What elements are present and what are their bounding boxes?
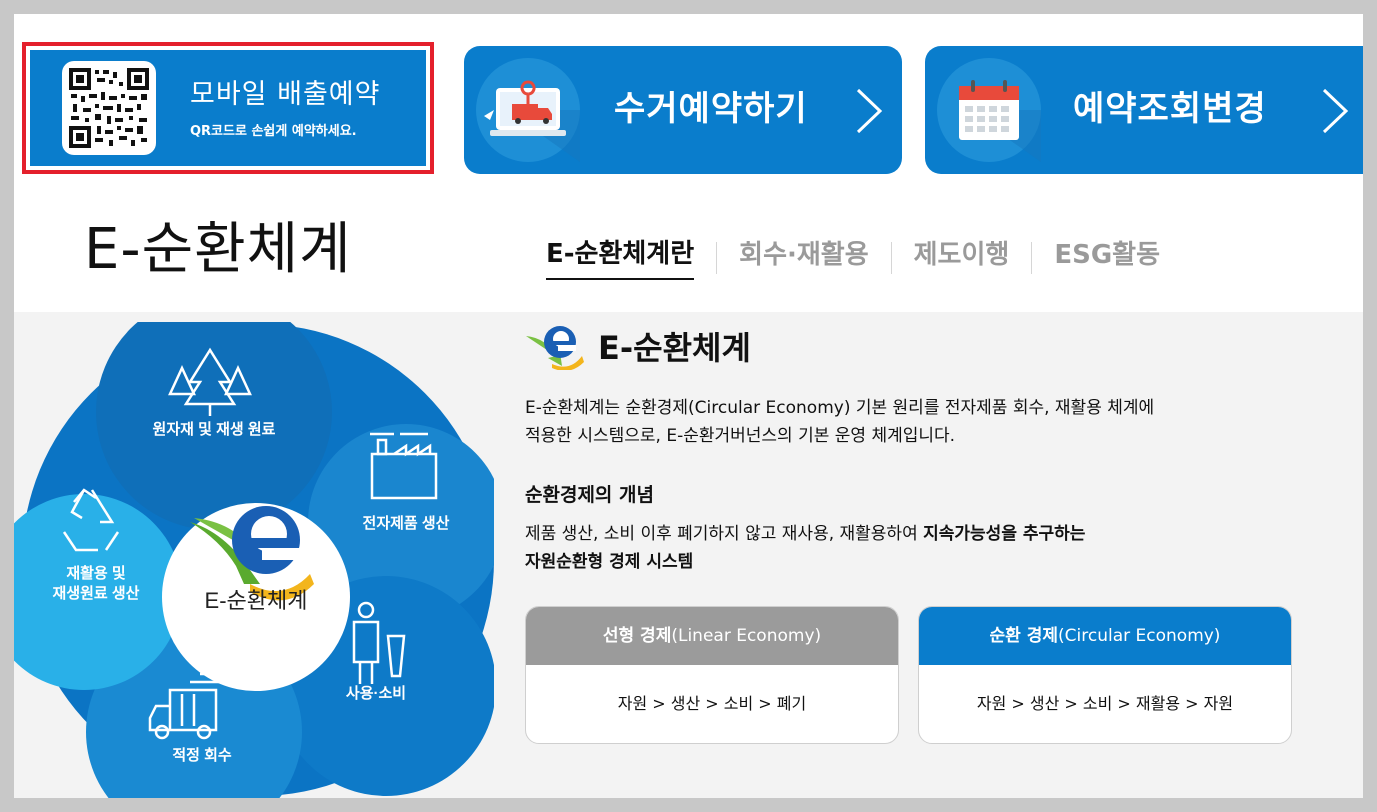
linear-economy-title-en: (Linear Economy)	[671, 626, 822, 646]
segment-collection-label: 적정 회수	[172, 746, 232, 764]
mobile-reservation-subtitle: QR코드로 손쉽게 예약하세요.	[190, 123, 357, 139]
tab-esg-activities[interactable]: ESG활동	[1054, 237, 1160, 279]
mobile-reservation-banner[interactable]: 모바일 배출예약 QR코드로 손쉽게 예약하세요.	[22, 42, 434, 174]
concept-line-2-bold: 자원순환형 경제 시스템	[525, 552, 694, 572]
concept-paragraph: 제품 생산, 소비 이후 폐기하지 않고 재사용, 재활용하여 지속가능성을 추…	[525, 520, 1285, 576]
pickup-reservation-label: 수거예약하기	[614, 89, 808, 129]
mobile-reservation-inner: 모바일 배출예약 QR코드로 손쉽게 예약하세요.	[30, 50, 426, 166]
circular-economy-card: 순환 경제(Circular Economy) 자원 > 생산 > 소비 > 재…	[918, 606, 1292, 744]
segment-use-label: 사용·소비	[346, 685, 406, 702]
tab-e-circulation-about[interactable]: E-순환체계란	[546, 236, 695, 280]
calendar-icon	[937, 58, 1041, 162]
content-title-row: E-순환체계	[524, 322, 751, 370]
tab-system-compliance[interactable]: 제도이행	[914, 237, 1010, 279]
chevron-right-icon	[1320, 88, 1350, 138]
section-tabs: E-순환체계란 회수·재활용 제도이행 ESG활동	[546, 236, 1160, 280]
segment-production-label: 전자제품 생산	[363, 515, 450, 532]
intro-line-1: E-순환체계는 순환경제(Circular Economy) 기본 원리를 전자…	[525, 398, 1155, 418]
tab-divider	[890, 242, 892, 274]
tab-divider	[716, 242, 718, 274]
circular-economy-header: 순환 경제(Circular Economy)	[919, 607, 1291, 665]
mobile-reservation-title: 모바일 배출예약	[190, 78, 381, 110]
segment-recycling-label-1: 재활용 및	[66, 564, 126, 582]
laptop-truck-icon	[476, 58, 580, 162]
tab-collection-recycling[interactable]: 회수·재활용	[739, 237, 868, 279]
intro-paragraph: E-순환체계는 순환경제(Circular Economy) 기본 원리를 전자…	[525, 394, 1285, 450]
qr-code-icon	[62, 61, 156, 155]
concept-heading: 순환경제의 개념	[525, 484, 654, 506]
e-logo-icon	[526, 326, 584, 370]
chevron-right-icon	[854, 88, 884, 138]
concept-line-1-bold: 지속가능성을 추구하는	[923, 524, 1086, 544]
diagram-center-label: E-순환체계	[205, 588, 308, 613]
linear-economy-flow: 자원 > 생산 > 소비 > 폐기	[617, 694, 807, 713]
intro-line-2: 적용한 시스템으로, E-순환거버넌스의 기본 운영 체계입니다.	[525, 426, 956, 446]
linear-economy-title: 선형 경제	[602, 626, 672, 646]
pickup-reservation-button[interactable]: 수거예약하기	[464, 46, 902, 174]
linear-economy-header: 선형 경제(Linear Economy)	[526, 607, 898, 665]
concept-line-1-plain: 제품 생산, 소비 이후 폐기하지 않고 재사용, 재활용하여	[525, 524, 924, 544]
tab-divider	[1031, 242, 1033, 274]
content-title: E-순환체계	[598, 329, 751, 367]
segment-recycling-label-2: 재생원료 생산	[53, 585, 140, 602]
circular-economy-flow: 자원 > 생산 > 소비 > 재활용 > 자원	[976, 694, 1234, 713]
reservation-lookup-button[interactable]: 예약조회변경	[925, 46, 1363, 174]
page-title: E-순환체계	[84, 217, 352, 282]
circular-economy-diagram: 원자재 및 재생 원료 전자제품 생산 사용·소비 적정 회수 재활용 및 재생…	[14, 322, 494, 798]
segment-raw-material-label: 원자재 및 재생 원료	[153, 420, 276, 438]
circular-economy-title-en: (Circular Economy)	[1058, 626, 1221, 646]
reservation-lookup-label: 예약조회변경	[1073, 89, 1267, 129]
circular-economy-title: 순환 경제	[989, 626, 1059, 646]
linear-economy-card: 선형 경제(Linear Economy) 자원 > 생산 > 소비 > 폐기	[525, 606, 899, 744]
